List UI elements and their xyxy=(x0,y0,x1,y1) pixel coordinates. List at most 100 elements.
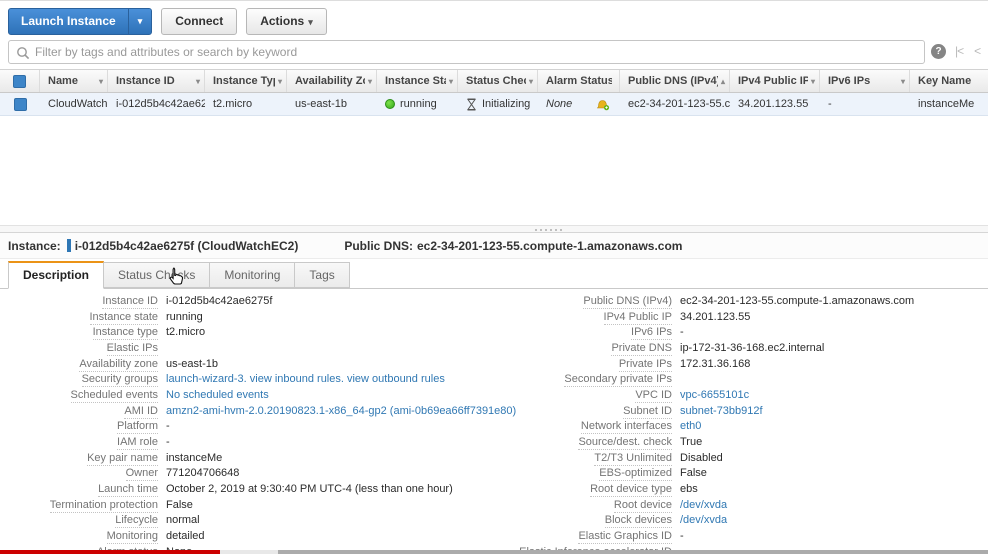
field-label: AMI ID xyxy=(124,404,158,419)
field-label: Public DNS (IPv4) xyxy=(583,294,672,309)
field-value[interactable]: amzn2-ami-hvm-2.0.20190823.1-x86_64-gp2 … xyxy=(158,405,516,417)
detail-row: Root device /dev/xvda xyxy=(494,497,988,513)
detail-row: Owner 771204706648 xyxy=(0,466,492,482)
field-label: Termination protection xyxy=(49,498,158,513)
field-label: Key pair name xyxy=(87,451,158,466)
help-icon[interactable]: ? xyxy=(931,44,946,59)
column-header[interactable]: Key Name xyxy=(910,70,988,92)
column-header[interactable]: Name ▾ xyxy=(40,70,108,92)
details-tab[interactable]: Monitoring xyxy=(210,262,296,288)
field-value[interactable]: launch-wizard-3. view inbound rules. vie… xyxy=(158,373,445,385)
row-checkbox[interactable] xyxy=(13,97,27,111)
field-value[interactable]: subnet-73bb912f xyxy=(672,405,763,417)
detail-row: Key pair name instanceMe xyxy=(0,450,492,466)
column-header[interactable]: Instance State ▾ xyxy=(377,70,458,92)
ipv4-public-ip-cell: 34.201.123.55 xyxy=(738,98,809,110)
launch-instance-dropdown[interactable]: ▾ xyxy=(127,9,152,34)
detail-row: IPv6 IPs - xyxy=(494,324,988,341)
field-value: Disabled xyxy=(680,451,723,464)
detail-row: Network interfaces eth0 xyxy=(494,419,988,435)
public-dns-cell: ec2-34-201-123-55.com... xyxy=(628,98,730,110)
field-value[interactable]: /dev/xvda xyxy=(672,499,727,511)
instance-id-cell: i-012d5b4c42ae6275f xyxy=(116,98,205,110)
column-header[interactable]: Status Checks ▾ xyxy=(458,70,538,92)
detail-row: Lifecycle normal xyxy=(0,513,492,529)
field-label: Root device xyxy=(613,498,672,513)
field-label: Network interfaces xyxy=(580,420,672,435)
field-label: Private IPs xyxy=(618,357,672,372)
field-label: Security groups xyxy=(81,373,158,388)
column-header[interactable]: IPv4 Public IP ▾ xyxy=(730,70,820,92)
detail-row: Scheduled events No scheduled events xyxy=(0,387,492,403)
detail-row: Private IPs 172.31.36.168 xyxy=(494,356,988,372)
select-all-checkbox[interactable] xyxy=(13,74,26,88)
field-value: ec2-34-201-123-55.compute-1.amazonaws.co… xyxy=(680,294,915,307)
sort-caret-icon: ▾ xyxy=(528,76,533,86)
instances-table-header: Name ▾ Instance ID ▾ Instance Type ▾ Ava… xyxy=(0,69,988,93)
details-tab[interactable]: Description xyxy=(8,261,105,289)
connect-button[interactable]: Connect xyxy=(161,8,238,35)
instance-label: Instance: xyxy=(8,238,61,253)
column-header[interactable]: Alarm Status xyxy=(538,70,620,92)
filter-input[interactable] xyxy=(35,42,915,62)
field-label: Private DNS xyxy=(611,341,672,356)
search-box[interactable] xyxy=(8,40,925,64)
first-page-icon[interactable]: |< xyxy=(955,44,964,58)
column-header[interactable]: Instance Type ▾ xyxy=(205,70,287,92)
sort-caret-icon: ▴ xyxy=(720,76,725,86)
sort-caret-icon: ▾ xyxy=(195,76,200,86)
detail-row: Instance type t2.micro xyxy=(0,324,492,341)
field-value[interactable]: No scheduled events xyxy=(158,389,269,401)
field-value: t2.micro xyxy=(166,326,206,339)
name-cell: CloudWatch... xyxy=(48,98,108,110)
column-header[interactable]: Instance ID ▾ xyxy=(108,70,205,92)
actions-button[interactable]: Actions ▾ xyxy=(246,8,327,35)
field-value: 172.31.36.168 xyxy=(680,357,751,370)
field-label: Instance state xyxy=(89,310,158,325)
field-value: running xyxy=(166,310,203,323)
prev-page-icon[interactable]: < xyxy=(974,44,981,58)
launch-instance-label: Launch Instance xyxy=(21,14,116,28)
field-label: Root device type xyxy=(590,483,672,498)
column-header[interactable]: IPv6 IPs ▾ xyxy=(820,70,910,92)
field-value[interactable]: vpc-6655101c xyxy=(672,389,749,401)
video-progress-bar[interactable] xyxy=(0,550,988,554)
row-checkbox-cell xyxy=(0,93,40,115)
select-all-cell xyxy=(0,70,40,92)
selection-indicator xyxy=(66,239,71,252)
instance-type-cell: t2.micro xyxy=(213,98,253,110)
detail-row: VPC ID vpc-6655101c xyxy=(494,387,988,403)
field-value: i-012d5b4c42ae6275f xyxy=(166,294,273,307)
field-label: Secondary private IPs xyxy=(564,373,672,388)
field-value: - xyxy=(680,530,684,543)
launch-instance-button[interactable]: Launch Instance ▾ xyxy=(8,8,153,35)
field-value: True xyxy=(680,436,703,449)
hourglass-icon xyxy=(467,98,476,110)
pane-splitter[interactable] xyxy=(0,225,988,233)
detail-row: Monitoring detailed xyxy=(0,528,492,545)
description-panel: Instance ID i-012d5b4c42ae6275f Instance… xyxy=(0,290,988,554)
create-alarm-icon[interactable] xyxy=(596,98,610,111)
chevron-down-icon: ▾ xyxy=(137,16,143,26)
field-label: Scheduled events xyxy=(70,388,158,403)
splitter-grip-icon xyxy=(535,229,563,231)
progress-buffered xyxy=(220,550,278,554)
detail-row: Block devices /dev/xvda xyxy=(494,513,988,529)
details-tab[interactable]: Tags xyxy=(295,262,350,288)
column-header[interactable]: Availability Zone ▾ xyxy=(287,70,377,92)
field-value: us-east-1b xyxy=(166,357,218,370)
column-header[interactable]: Public DNS (IPv4) ▴ xyxy=(620,70,730,92)
details-tab[interactable]: Status Checks xyxy=(104,262,211,288)
field-value: ebs xyxy=(680,483,698,496)
field-value[interactable]: eth0 xyxy=(672,420,701,432)
detail-row: Private DNS ip-172-31-36-168.ec2.interna… xyxy=(494,340,988,356)
instance-state-cell: running xyxy=(377,93,458,115)
field-label: Platform xyxy=(117,420,158,435)
field-value: 34.201.123.55 xyxy=(680,310,751,323)
field-value: normal xyxy=(166,514,200,527)
sort-caret-icon: ▾ xyxy=(448,76,453,86)
field-label: Instance type xyxy=(92,326,158,341)
field-label: T2/T3 Unlimited xyxy=(594,451,672,466)
instance-row[interactable]: CloudWatch... i-012d5b4c42ae6275f t2.mic… xyxy=(0,93,988,116)
field-value[interactable]: /dev/xvda xyxy=(672,514,727,526)
